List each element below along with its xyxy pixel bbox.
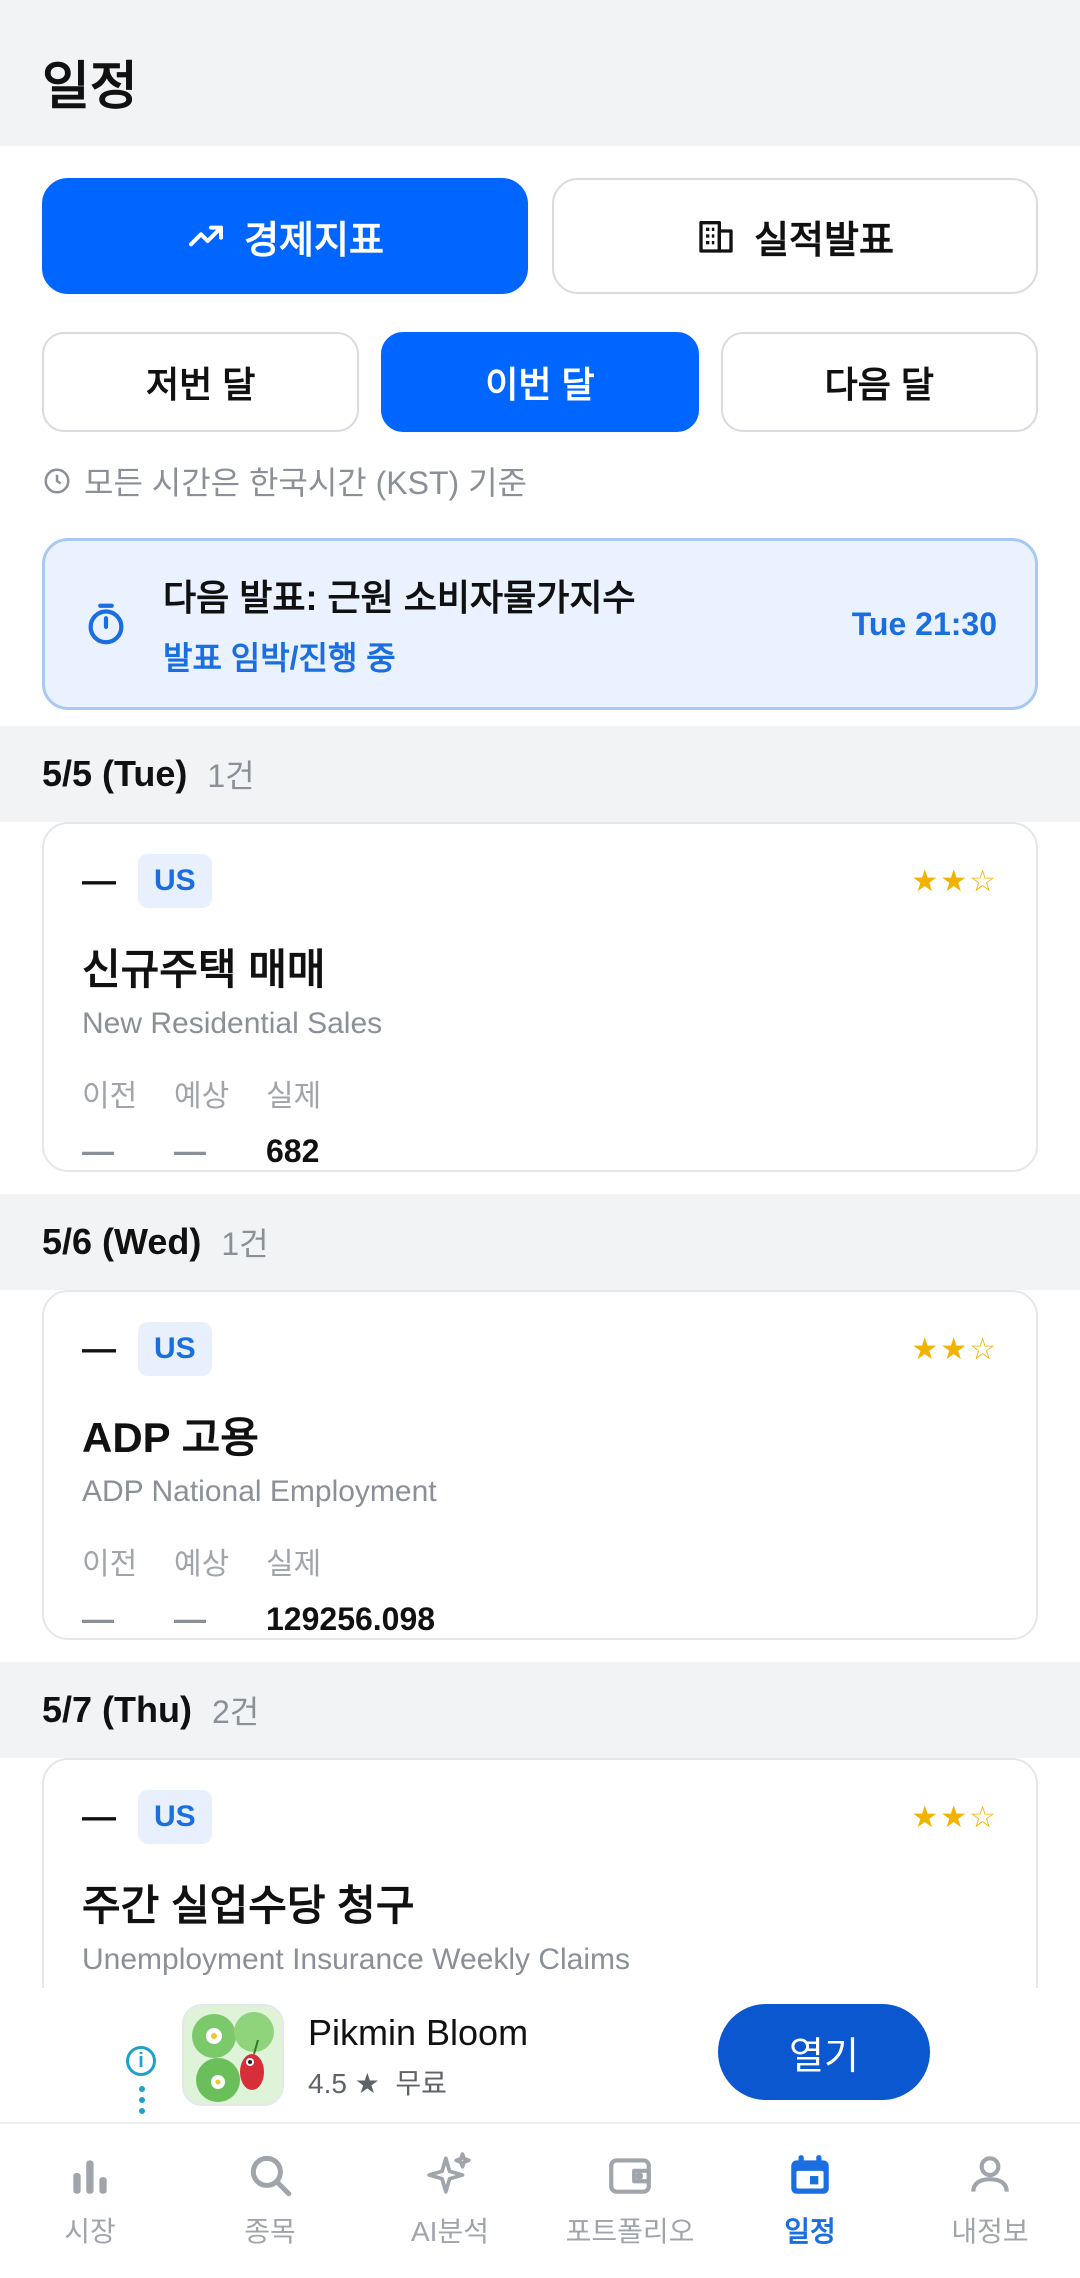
next-month-button[interactable]: 다음 달 xyxy=(720,332,1038,432)
forecast-value: — xyxy=(174,1601,206,1637)
day-count: 1건 xyxy=(221,1226,269,1262)
importance-stars: ★★☆ xyxy=(911,865,998,898)
earnings-button[interactable]: 실적발표 xyxy=(552,178,1038,294)
event-card[interactable]: — US ★★☆ ADP 고용 ADP National Employment … xyxy=(42,1290,1038,1640)
nav-market[interactable]: 시장 xyxy=(0,2124,180,2278)
nav-profile-label: 내정보 xyxy=(951,2216,1029,2247)
timezone-text: 모든 시간은 한국시간 (KST) 기준 xyxy=(84,465,527,501)
next-release-time: Tue 21:30 xyxy=(851,605,997,642)
app-rating-value: 4.5 ★ xyxy=(308,2068,380,2099)
open-app-button[interactable]: 열기 xyxy=(718,2004,930,2100)
search-icon xyxy=(250,2155,292,2197)
nav-portfolio-label: 포트폴리오 xyxy=(565,2216,695,2247)
nav-stocks-label: 종목 xyxy=(244,2216,296,2247)
country-badge: US xyxy=(138,1322,212,1376)
clock-icon xyxy=(44,468,70,494)
collapse-dash: — xyxy=(82,1329,116,1368)
next-release-banner[interactable]: 다음 발표: 근원 소비자물가지수 발표 임박/진행 중 Tue 21:30 xyxy=(42,538,1038,710)
day-count: 1건 xyxy=(207,758,255,794)
person-icon xyxy=(971,2156,1009,2192)
event-name-en: ADP National Employment xyxy=(82,1475,437,1508)
actual-value: 129256.098 xyxy=(266,1601,436,1637)
earnings-label: 실적발표 xyxy=(754,219,894,262)
month-selector: 저번 달 이번 달 다음 달 xyxy=(0,294,1080,432)
calendar-icon xyxy=(791,2155,829,2194)
event-card[interactable]: — US ★★☆ 신규주택 매매 New Residential Sales 이… xyxy=(42,822,1038,1172)
event-metrics: 이전 — 예상 — 실제 682 xyxy=(82,1071,998,1170)
next-release-status: 발표 임박/진행 중 xyxy=(163,640,396,676)
app-name: Pikmin Bloom xyxy=(308,2012,529,2053)
actual-label: 실제 xyxy=(266,1548,322,1581)
page-title: 일정 xyxy=(42,58,138,116)
app-icon[interactable] xyxy=(182,2004,284,2106)
page-header: 일정 xyxy=(0,0,1080,146)
current-month-button[interactable]: 이번 달 xyxy=(381,332,699,432)
day-header: 5/7 (Thu) 2건 xyxy=(0,1662,1080,1758)
bar-chart-icon xyxy=(73,2160,107,2194)
day-count: 2건 xyxy=(212,1694,260,1730)
stopwatch-icon xyxy=(88,603,124,645)
nav-portfolio[interactable]: 포트폴리오 xyxy=(540,2124,720,2278)
actual-value: 682 xyxy=(266,1133,320,1169)
country-badge: US xyxy=(138,1790,212,1844)
importance-stars: ★★☆ xyxy=(911,1801,998,1834)
bottom-nav: 시장 종목 AI분석 포트폴리오 일정 내정보 xyxy=(0,2122,1080,2278)
nav-stocks[interactable]: 종목 xyxy=(180,2124,360,2278)
event-name-en: Unemployment Insurance Weekly Claims xyxy=(82,1943,630,1976)
next-release-title: 다음 발표: 근원 소비자물가지수 xyxy=(163,577,636,618)
prev-value: — xyxy=(82,1133,114,1169)
economic-indicators-button[interactable]: 경제지표 xyxy=(42,178,528,294)
event-name-en: New Residential Sales xyxy=(82,1007,383,1040)
prev-value: — xyxy=(82,1601,114,1637)
nav-ai-label: AI분석 xyxy=(411,2216,489,2247)
nav-ai[interactable]: AI분석 xyxy=(360,2124,540,2278)
building-icon xyxy=(699,221,733,253)
sparkle-icon xyxy=(427,2152,471,2194)
forecast-value: — xyxy=(174,1133,206,1169)
day-header: 5/5 (Tue) 1건 xyxy=(0,726,1080,822)
wallet-icon xyxy=(609,2158,651,2194)
collapse-dash: — xyxy=(82,861,116,900)
prev-label: 이전 xyxy=(82,1548,138,1581)
forecast-label: 예상 xyxy=(174,1080,230,1113)
forecast-label: 예상 xyxy=(174,1548,230,1581)
prev-label: 이전 xyxy=(82,1080,138,1113)
day-header: 5/6 (Wed) 1건 xyxy=(0,1194,1080,1290)
event-metrics: 이전 — 예상 — 실제 129256.098 xyxy=(82,1539,998,1638)
event-name: ADP 고용 xyxy=(82,1414,259,1461)
country-badge: US xyxy=(138,854,212,908)
nav-schedule[interactable]: 일정 xyxy=(720,2124,900,2278)
collapse-dash: — xyxy=(82,1797,116,1836)
ad-banner: i Pikmin Bloom 4.5 ★ 무료 열기 xyxy=(0,1988,1080,2122)
category-toggle: 경제지표 실적발표 xyxy=(0,146,1080,294)
ad-info-icon[interactable]: i xyxy=(126,2046,156,2076)
day-date: 5/7 (Thu) xyxy=(42,1689,192,1730)
app-price: 무료 xyxy=(395,2068,447,2099)
app-rating: 4.5 ★ 무료 xyxy=(308,2062,447,2102)
event-name: 신규주택 매매 xyxy=(82,946,326,993)
actual-label: 실제 xyxy=(266,1080,322,1113)
event-name: 주간 실업수당 청구 xyxy=(82,1882,415,1929)
importance-stars: ★★☆ xyxy=(911,1333,998,1366)
trend-up-icon xyxy=(189,225,224,247)
prev-month-button[interactable]: 저번 달 xyxy=(42,332,360,432)
economic-indicators-label: 경제지표 xyxy=(244,219,384,262)
timezone-note: 모든 시간은 한국시간 (KST) 기준 xyxy=(0,432,1080,504)
day-date: 5/5 (Tue) xyxy=(42,753,188,794)
ad-menu-icon[interactable] xyxy=(139,2086,145,2119)
nav-market-label: 시장 xyxy=(64,2216,116,2247)
day-date: 5/6 (Wed) xyxy=(42,1221,202,1262)
nav-profile[interactable]: 내정보 xyxy=(900,2124,1080,2278)
nav-schedule-label: 일정 xyxy=(784,2216,836,2247)
